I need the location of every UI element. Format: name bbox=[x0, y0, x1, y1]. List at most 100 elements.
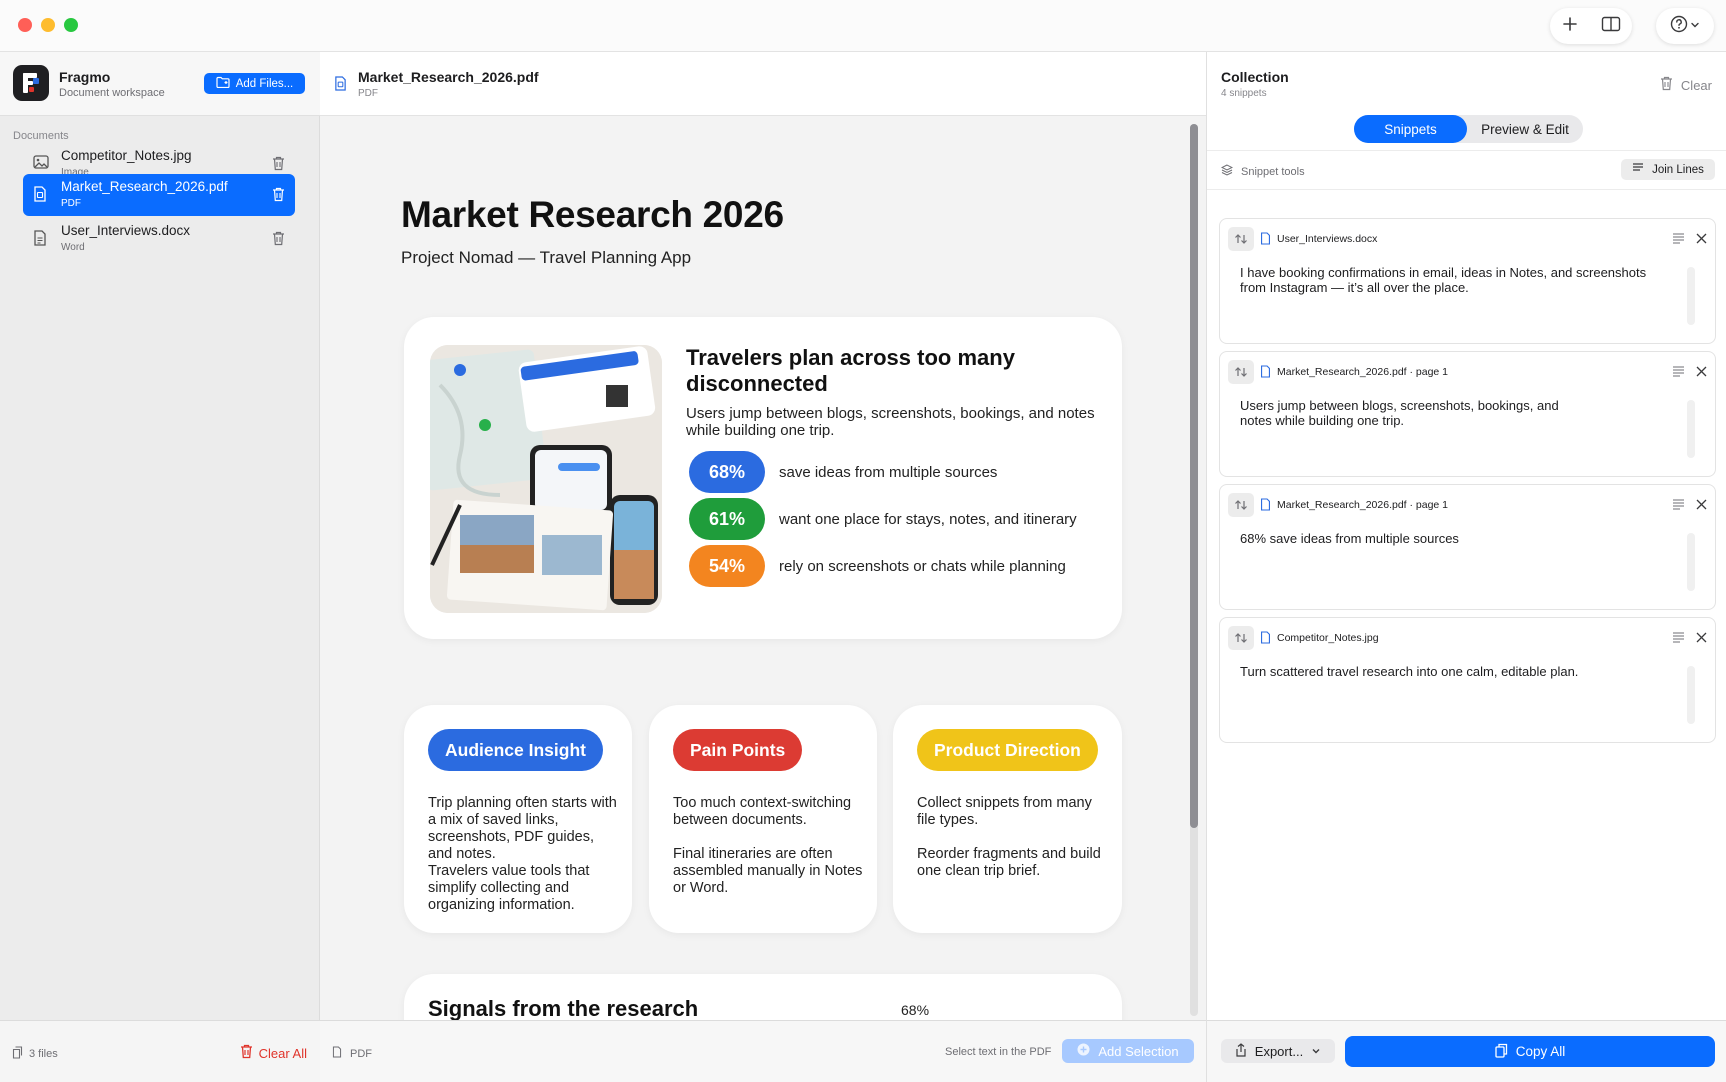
join-lines-button[interactable]: Join Lines bbox=[1621, 159, 1715, 180]
feature-body[interactable]: Too much context-switching between docum… bbox=[673, 795, 863, 897]
lines-icon[interactable] bbox=[1672, 364, 1685, 382]
snippet-card[interactable]: Market_Research_2026.pdf · page 1 Users … bbox=[1219, 351, 1716, 477]
clear-all-button[interactable]: Clear All bbox=[240, 1044, 307, 1062]
stat-badge[interactable]: 54% bbox=[689, 545, 765, 587]
selection-hint: Select text in the PDF bbox=[945, 1046, 1052, 1058]
document-name: Competitor_Notes.jpg bbox=[61, 148, 192, 163]
pdf-icon bbox=[332, 1046, 342, 1061]
stat-row: 61% want one place for stays, notes, and… bbox=[689, 498, 1077, 540]
reorder-icon[interactable] bbox=[1228, 493, 1254, 517]
add-files-button[interactable]: Add Files... bbox=[204, 73, 305, 94]
document-name: User_Interviews.docx bbox=[61, 223, 191, 238]
reorder-icon[interactable] bbox=[1228, 626, 1254, 650]
vertical-scrollbar[interactable] bbox=[1190, 124, 1198, 828]
join-lines-label: Join Lines bbox=[1652, 163, 1704, 176]
copy-all-label: Copy All bbox=[1515, 1044, 1566, 1059]
feature-body[interactable]: Collect snippets from many file types. R… bbox=[917, 795, 1107, 880]
clear-collection-button[interactable]: Clear bbox=[1660, 76, 1712, 94]
snippet-text[interactable]: I have booking confirmations in email, i… bbox=[1240, 265, 1650, 295]
snippet-scrollbar[interactable] bbox=[1687, 666, 1695, 724]
help-menu-button[interactable] bbox=[1656, 8, 1714, 44]
snippet-text[interactable]: 68% save ideas from multiple sources bbox=[1240, 531, 1650, 546]
page-subtitle[interactable]: Project Nomad — Travel Planning App bbox=[401, 248, 691, 268]
document-item[interactable]: User_Interviews.docx Word bbox=[23, 218, 295, 260]
image-icon bbox=[33, 155, 49, 174]
zoom-window-button[interactable] bbox=[64, 18, 78, 32]
doc-icon bbox=[1260, 498, 1271, 516]
stat-badge[interactable]: 61% bbox=[689, 498, 765, 540]
snippet-card[interactable]: Competitor_Notes.jpg Turn scattered trav… bbox=[1219, 617, 1716, 743]
snippet-scrollbar[interactable] bbox=[1687, 533, 1695, 591]
stat-row: 54% rely on screenshots or chats while p… bbox=[689, 545, 1066, 587]
chevron-down-icon bbox=[1690, 17, 1700, 35]
split-view-icon[interactable] bbox=[1601, 16, 1621, 37]
lines-icon[interactable] bbox=[1672, 630, 1685, 648]
add-files-label: Add Files... bbox=[235, 77, 294, 90]
close-icon[interactable] bbox=[1696, 364, 1707, 382]
feature-title[interactable]: Product Direction bbox=[917, 729, 1098, 771]
tab-preview-edit[interactable]: Preview & Edit bbox=[1467, 115, 1583, 143]
snippet-card[interactable]: Market_Research_2026.pdf · page 1 68% sa… bbox=[1219, 484, 1716, 610]
signals-card: Signals from the research 68% bbox=[404, 974, 1122, 1020]
snippet-count: 4 snippets bbox=[1221, 88, 1267, 99]
chevron-down-icon bbox=[1311, 1044, 1321, 1059]
plus-icon[interactable] bbox=[1562, 16, 1578, 37]
help-icon bbox=[1670, 15, 1688, 38]
copy-all-button[interactable]: Copy All bbox=[1345, 1036, 1715, 1067]
trash-icon[interactable] bbox=[272, 156, 285, 176]
feature-title[interactable]: Pain Points bbox=[673, 729, 803, 771]
snippet-scrollbar[interactable] bbox=[1687, 267, 1695, 325]
snippet-text[interactable]: Turn scattered travel research into one … bbox=[1240, 664, 1650, 679]
close-window-button[interactable] bbox=[18, 18, 32, 32]
tab-snippets[interactable]: Snippets bbox=[1354, 115, 1467, 143]
doc-icon bbox=[1260, 232, 1271, 250]
reorder-icon[interactable] bbox=[1228, 227, 1254, 251]
lines-icon[interactable] bbox=[1672, 497, 1685, 515]
feature-title[interactable]: Audience Insight bbox=[428, 729, 603, 771]
trash-icon[interactable] bbox=[272, 187, 285, 207]
stat-text[interactable]: save ideas from multiple sources bbox=[779, 464, 997, 481]
add-selection-button[interactable]: Add Selection bbox=[1062, 1039, 1194, 1063]
collection-panel: Collection 4 snippets Clear Snippets Pre… bbox=[1206, 52, 1726, 1082]
signals-title[interactable]: Signals from the research bbox=[428, 996, 698, 1020]
page-title[interactable]: Market Research 2026 bbox=[401, 194, 784, 236]
pdf-icon bbox=[33, 186, 47, 207]
viewer-footer-type-label: PDF bbox=[350, 1047, 372, 1060]
pdf-icon bbox=[334, 76, 347, 96]
export-menu-button[interactable]: Export... bbox=[1221, 1039, 1335, 1063]
travel-planning-illustration bbox=[430, 345, 662, 613]
share-icon bbox=[1235, 1042, 1247, 1060]
collection-footer: Export... Copy All bbox=[1207, 1020, 1726, 1082]
pdf-page-area[interactable]: Market Research 2026 Project Nomad — Tra… bbox=[320, 116, 1206, 1020]
snippet-scrollbar[interactable] bbox=[1687, 400, 1695, 458]
doc-icon bbox=[1260, 631, 1271, 649]
snippet-tools: Snippet tools bbox=[1220, 164, 1305, 179]
close-icon[interactable] bbox=[1696, 630, 1707, 648]
stat-badge[interactable]: 68% bbox=[689, 451, 765, 493]
export-label: Export... bbox=[1254, 1043, 1304, 1059]
snippet-source: Market_Research_2026.pdf · page 1 bbox=[1277, 499, 1449, 511]
feature-card-audience-insight: Audience Insight Trip planning often sta… bbox=[404, 705, 632, 933]
minimize-window-button[interactable] bbox=[41, 18, 55, 32]
snippet-card[interactable]: User_Interviews.docx I have booking conf… bbox=[1219, 218, 1716, 344]
feature-body[interactable]: Trip planning often starts with a mix of… bbox=[428, 795, 618, 914]
stat-text[interactable]: rely on screenshots or chats while plann… bbox=[779, 558, 1066, 575]
viewer-footer: PDF Select text in the PDF Add Selection bbox=[320, 1020, 1206, 1082]
document-item-selected[interactable]: Market_Research_2026.pdf PDF bbox=[23, 174, 295, 216]
hero-title[interactable]: Travelers plan across too many disconnec… bbox=[686, 345, 1086, 397]
snippet-source: User_Interviews.docx bbox=[1277, 233, 1378, 245]
stat-row: 68% save ideas from multiple sources bbox=[689, 451, 997, 493]
stat-text[interactable]: want one place for stays, notes, and iti… bbox=[779, 511, 1077, 528]
lines-icon[interactable] bbox=[1672, 231, 1685, 249]
close-icon[interactable] bbox=[1696, 231, 1707, 249]
trash-icon[interactable] bbox=[272, 231, 285, 251]
sidebar: Fragmo Document workspace Add Files... D… bbox=[0, 52, 320, 1082]
close-icon[interactable] bbox=[1696, 497, 1707, 515]
snippet-text[interactable]: Users jump between blogs, screenshots, b… bbox=[1240, 398, 1580, 428]
reorder-icon[interactable] bbox=[1228, 360, 1254, 384]
hero-description[interactable]: Users jump between blogs, screenshots, b… bbox=[686, 405, 1096, 439]
toolbar-group bbox=[1550, 8, 1632, 44]
align-left-icon bbox=[1632, 163, 1644, 176]
viewer-header: Market_Research_2026.pdf PDF bbox=[320, 52, 1206, 116]
signals-value[interactable]: 68% bbox=[901, 1002, 929, 1018]
